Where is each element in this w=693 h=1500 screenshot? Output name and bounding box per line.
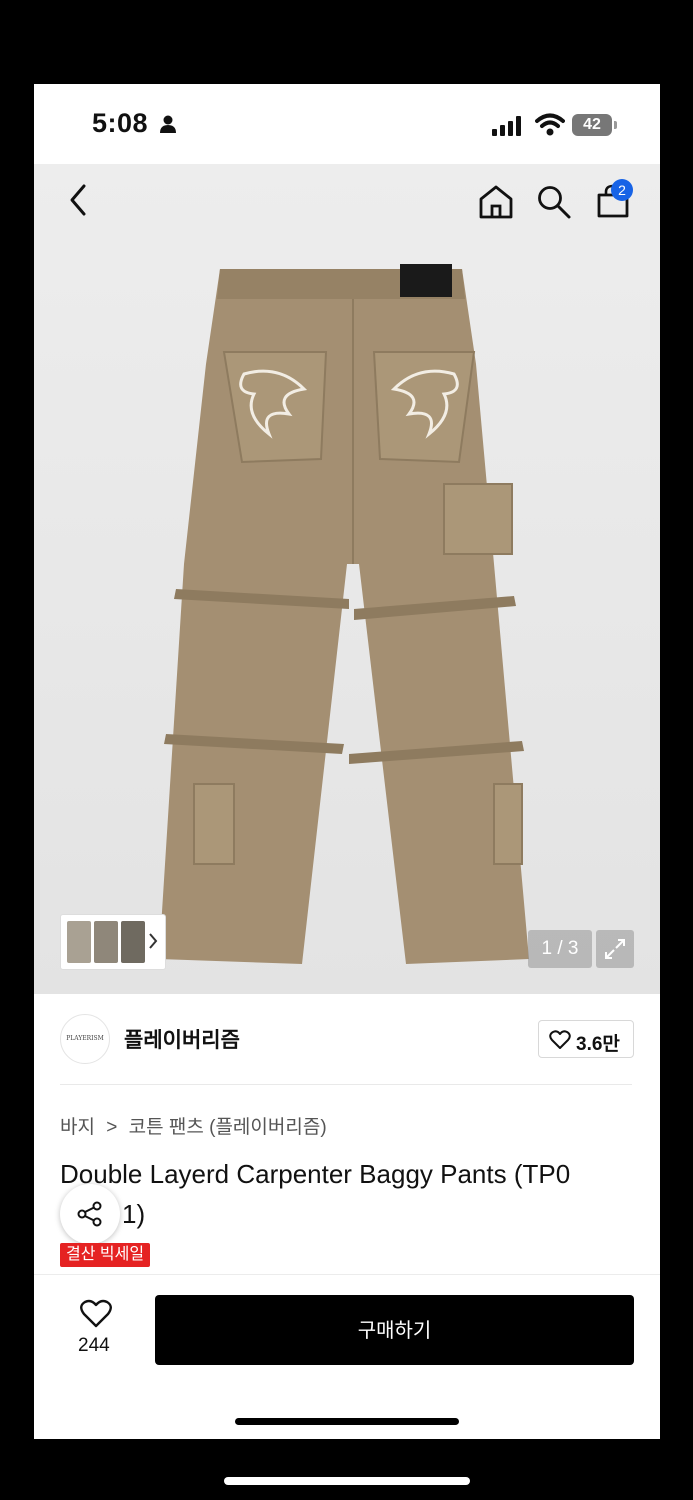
breadcrumb-category[interactable]: 바지	[60, 1117, 95, 1138]
signal-icon	[492, 116, 521, 136]
person-icon	[160, 115, 176, 133]
brand-name[interactable]: 플레이버리즘	[124, 1024, 240, 1054]
home-indicator[interactable]	[235, 1418, 459, 1425]
chevron-left-icon[interactable]	[64, 180, 94, 220]
sale-badge: 결산 빅세일	[60, 1243, 151, 1267]
share-icon	[77, 1201, 102, 1227]
buy-button[interactable]: 구매하기	[155, 1295, 634, 1365]
divider	[60, 1084, 632, 1085]
share-button[interactable]	[60, 1184, 120, 1244]
brand-like-count: 3.6만	[576, 1034, 620, 1055]
breadcrumb-subcategory[interactable]: 코튼 팬츠 (플레이버리즘)	[129, 1117, 327, 1138]
wifi-icon	[535, 113, 565, 136]
thumbnail-strip[interactable]	[60, 914, 166, 970]
heart-icon	[549, 1030, 571, 1049]
breadcrumb: 바지 > 코튼 팬츠 (플레이버리즘)	[60, 1112, 333, 1139]
product-image	[159, 264, 529, 964]
chevron-right-icon[interactable]	[147, 931, 159, 951]
image-counter: 1 / 3	[528, 930, 592, 968]
cart-badge: 2	[611, 179, 633, 201]
thumbnail-2[interactable]	[94, 921, 118, 963]
search-icon[interactable]	[536, 184, 572, 220]
brand-logo[interactable]: PLAYERISM	[60, 1014, 110, 1064]
home-icon[interactable]	[477, 184, 515, 220]
thumbnail-1[interactable]	[67, 921, 91, 963]
phone-screen: 5:08 42 2 1 / 3 PLAYERISM 플레이버리즘 3.6만 바지…	[34, 84, 660, 1439]
product-title: Double Layerd Carpenter Baggy Pants (TP0…	[60, 1154, 640, 1234]
status-time: 5:08	[92, 108, 149, 138]
brand-like-button[interactable]: 3.6만	[538, 1020, 634, 1058]
status-bar: 5:08 42	[34, 84, 660, 164]
battery-indicator: 42	[572, 114, 612, 136]
thumbnail-3[interactable]	[121, 921, 145, 963]
breadcrumb-separator: >	[106, 1117, 118, 1138]
heart-icon[interactable]	[79, 1299, 113, 1329]
product-title-line1: Double Layerd Carpenter Baggy Pants (TP0	[60, 1159, 571, 1189]
product-title-line2: 1)	[122, 1199, 146, 1229]
outer-home-indicator[interactable]	[224, 1477, 470, 1485]
expand-icon	[605, 939, 625, 959]
battery-nub	[614, 121, 617, 129]
expand-button[interactable]	[596, 930, 634, 968]
wish-count: 244	[78, 1335, 110, 1356]
brand-row[interactable]: PLAYERISM 플레이버리즘 3.6만	[34, 996, 660, 1084]
bottom-action-bar: 244 구매하기	[34, 1274, 660, 1439]
